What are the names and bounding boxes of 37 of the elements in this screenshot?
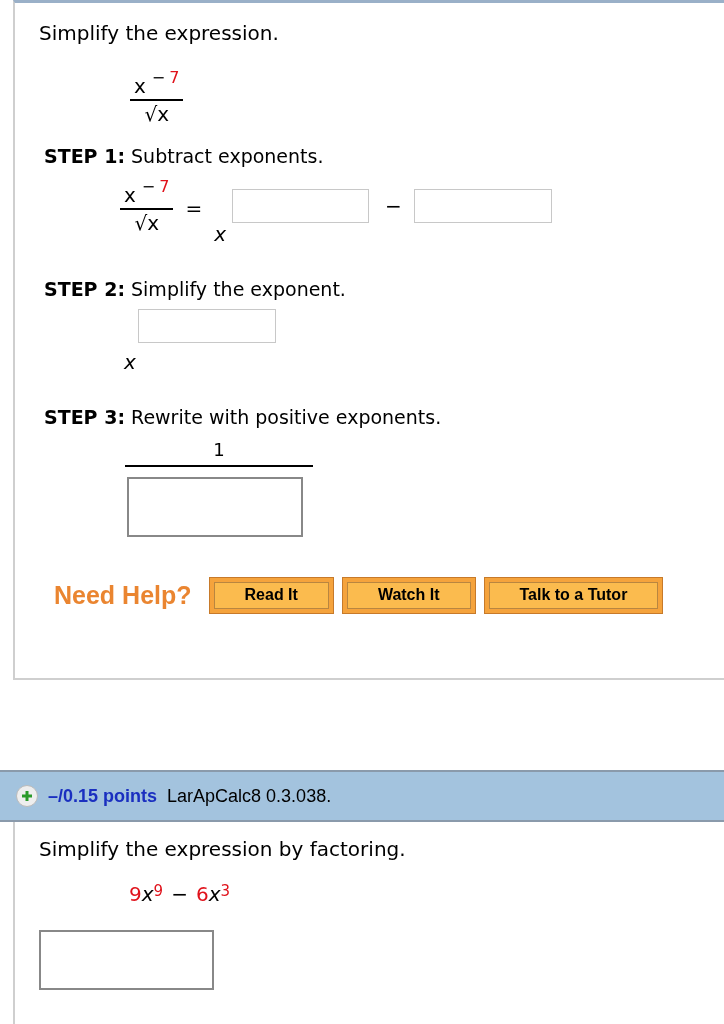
answer-field[interactable] [138, 309, 276, 343]
problem-source: LarApCalc8 0.3.038. [167, 784, 332, 808]
denominator: √x [134, 212, 159, 233]
help-heading: Need Help? [54, 579, 192, 611]
math-term: 9 [129, 884, 142, 904]
math-term: 6 [195, 884, 209, 904]
variable: x [134, 76, 146, 96]
variable: x [124, 184, 136, 205]
answer-field[interactable] [39, 930, 214, 990]
exponent-value: 7 [159, 178, 170, 195]
exponent-sign: − [141, 178, 156, 195]
variable: x [124, 349, 137, 376]
minus-sign: − [385, 192, 402, 220]
exponent-value: 7 [169, 70, 180, 86]
variable: x [214, 220, 227, 248]
denominator: √x [144, 104, 169, 124]
step-instruction: STEP 3: Rewrite with positive exponents. [44, 405, 443, 430]
help-button[interactable]: Watch It [341, 576, 476, 614]
math-term: x [208, 884, 221, 904]
help-button[interactable]: Talk to a Tutor [483, 576, 664, 614]
math-term: − [171, 884, 188, 904]
math-term: 9 [153, 884, 164, 899]
numerator: 1 [213, 437, 225, 462]
help-button[interactable]: Read It [208, 576, 334, 614]
answer-field[interactable] [127, 476, 303, 537]
answer-field[interactable] [232, 188, 370, 223]
answer-field[interactable] [413, 188, 552, 223]
question-prompt: Simplify the expression by factoring. [39, 836, 407, 863]
expand-icon[interactable] [16, 785, 38, 807]
points-label: –/0.15 points [48, 784, 158, 808]
equals-sign: = [185, 194, 203, 222]
exponent-sign: − [151, 70, 166, 86]
step-instruction: STEP 1: Subtract exponents. [44, 144, 325, 169]
step-instruction: STEP 2: Simplify the exponent. [44, 276, 347, 302]
math-term: 3 [220, 884, 230, 899]
question-prompt: Simplify the expression. [39, 20, 280, 47]
math-term: x [141, 884, 154, 904]
